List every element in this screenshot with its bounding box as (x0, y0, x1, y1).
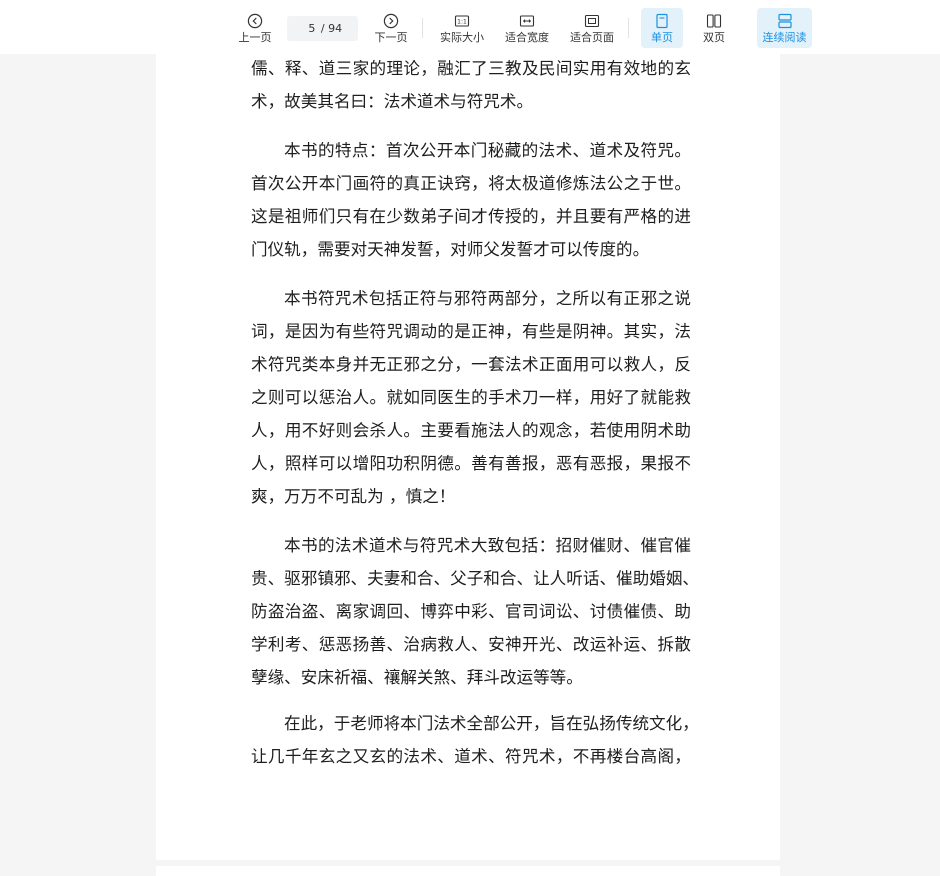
next-document-page (156, 866, 780, 876)
text-line: 防盗治盗、离家调回、博弈中彩、官司词讼、讨债催债、助 (251, 602, 691, 621)
fit-page-icon (584, 14, 600, 28)
double-page-button[interactable]: 双页 (695, 8, 733, 48)
fit-width-label: 适合宽度 (505, 31, 549, 44)
toolbar-divider (422, 18, 423, 38)
text-line: 本书的特点：首次公开本门秘藏的法术、道术及符咒。 (284, 141, 691, 160)
text-line: 首次公开本门画符的真正诀窍，将太极道修炼法公之于世。 (251, 174, 691, 193)
chevron-left-circle-icon (247, 13, 263, 29)
text-line: 本书符咒术包括正符与邪符两部分，之所以有正邪之说 (284, 289, 691, 308)
text-line: 术符咒类本身并无正邪之分，一套法术正面用可以救人，反 (251, 355, 691, 374)
single-page-icon (656, 13, 668, 29)
text-line: 爽，万万不可乱为 ，慎之！ (251, 487, 456, 506)
page-indicator: / 94 (287, 16, 358, 41)
text-line: 让几千年玄之又玄的法术、道术、符咒术，不再楼台高阁， (251, 747, 691, 766)
text-line: 儒、释、道三家的理论，融汇了三教及民间实用有效地的玄 (251, 59, 691, 78)
single-page-button[interactable]: 单页 (641, 8, 683, 48)
continuous-reading-button[interactable]: 连续阅读 (757, 8, 812, 48)
total-pages: / 94 (320, 22, 343, 35)
prev-page-label: 上一页 (238, 31, 272, 44)
text-line: 之则可以惩治人。就如同医生的手术刀一样，用好了就能救 (251, 388, 691, 407)
single-page-label: 单页 (651, 31, 673, 44)
text-line: 词，是因为有些符咒调动的是正神，有些是阴神。其实，法 (251, 322, 691, 341)
actual-size-button[interactable]: 1:1 实际大小 (438, 8, 486, 48)
continuous-reading-icon (777, 13, 792, 29)
text-line: 门仪轨，需要对天神发誓，对师父发誓才可以传度的。 (251, 240, 650, 259)
toolbar-divider (628, 18, 629, 38)
double-page-icon (706, 14, 722, 28)
fit-width-icon (519, 15, 535, 27)
prev-page-button[interactable]: 上一页 (236, 8, 274, 48)
next-page-label: 下一页 (374, 31, 408, 44)
svg-text:1:1: 1:1 (457, 19, 467, 26)
text-line: 在此，于老师将本门法术全部公开，旨在弘扬传统文化， (284, 714, 699, 733)
text-line: 孽缘、安床祈福、禳解关煞、拜斗改运等等。 (251, 668, 583, 687)
fit-page-label: 适合页面 (570, 31, 614, 44)
fit-width-button[interactable]: 适合宽度 (503, 8, 551, 48)
document-page: 儒、释、道三家的理论，融汇了三教及民间实用有效地的玄 术，故美其名曰：法术道术与… (156, 54, 780, 860)
text-line: 贵、驱邪镇邪、夫妻和合、父子和合、让人听话、催助婚姻、 (251, 569, 700, 588)
actual-size-label: 实际大小 (440, 31, 484, 44)
text-line: 人，用不好则会杀人。主要看施法人的观念，若使用阴术助 (251, 421, 691, 440)
fit-page-button[interactable]: 适合页面 (568, 8, 616, 48)
chevron-right-circle-icon (383, 13, 399, 29)
text-line: 这是祖师们只有在少数弟子间才传授的，并且要有严格的进 (251, 207, 691, 226)
text-line: 术，故美其名曰：法术道术与符咒术。 (251, 92, 534, 111)
double-page-label: 双页 (703, 31, 725, 44)
text-line: 学利考、惩恶扬善、治病救人、安神开光、改运补运、拆散 (251, 635, 691, 654)
continuous-reading-label: 连续阅读 (762, 31, 807, 44)
text-line: 本书的法术道术与符咒术大致包括：招财催财、催官催 (284, 536, 691, 555)
page-number-input[interactable] (302, 22, 321, 35)
next-page-button[interactable]: 下一页 (372, 8, 410, 48)
actual-size-icon: 1:1 (454, 15, 470, 27)
text-line: 人，照样可以增阳功积阴德。善有善报，恶有恶报，果报不 (251, 454, 691, 473)
viewer-toolbar: 上一页 / 94 下一页 1:1 实际大小 适合宽度 适合页面 (0, 0, 940, 54)
